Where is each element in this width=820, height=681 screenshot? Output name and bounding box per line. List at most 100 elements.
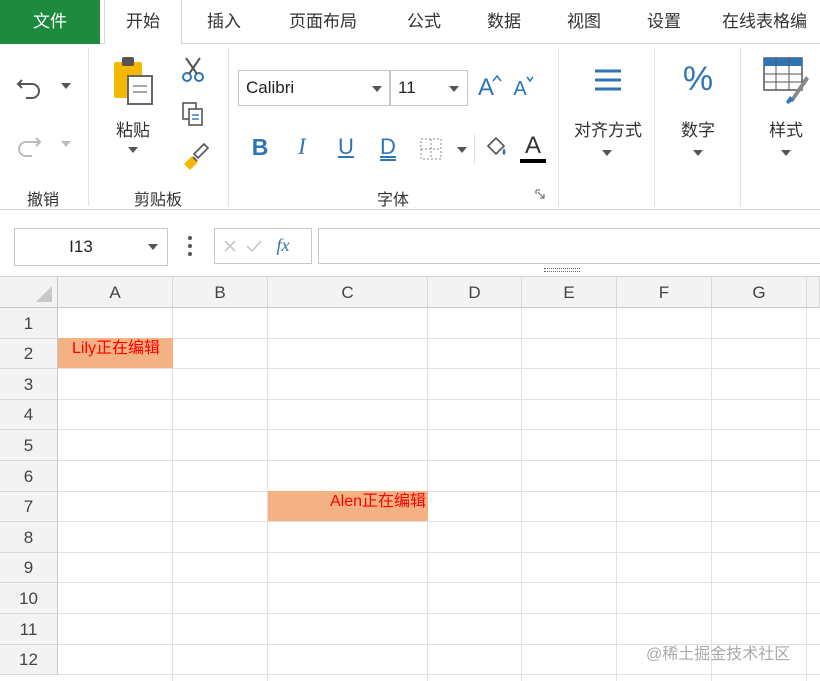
- dialog-launcher-icon[interactable]: [534, 188, 546, 200]
- border-icon[interactable]: [418, 136, 444, 162]
- column-header-e[interactable]: E: [522, 277, 617, 308]
- italic-button[interactable]: I: [290, 134, 314, 160]
- grow-caret-icon: [492, 74, 502, 82]
- column-header-b[interactable]: B: [173, 277, 268, 308]
- resize-handle[interactable]: [544, 268, 580, 272]
- column-gridline: [521, 308, 522, 681]
- tab-insert[interactable]: 插入: [196, 0, 252, 44]
- font-name-select[interactable]: Calibri: [238, 70, 390, 106]
- watermark: @稀土掘金技术社区: [646, 646, 791, 663]
- bold-button[interactable]: B: [248, 134, 272, 161]
- row-header-10[interactable]: 10: [0, 583, 58, 614]
- cut-icon[interactable]: [180, 56, 206, 84]
- cancel-icon[interactable]: [223, 239, 237, 253]
- group-divider: [740, 48, 741, 206]
- undo-group-label: 撤销: [26, 192, 59, 209]
- paste-icon[interactable]: [110, 54, 156, 106]
- column-gridline: [806, 308, 807, 681]
- format-painter-icon[interactable]: [180, 142, 210, 170]
- font-color-icon: A: [524, 132, 541, 159]
- cell-c7-text: Alen正在编辑: [329, 493, 426, 510]
- font-size-value: 11: [398, 78, 416, 97]
- tab-formulas[interactable]: 公式: [396, 0, 452, 44]
- chevron-down-icon: [372, 86, 382, 92]
- tab-home[interactable]: 开始: [104, 0, 182, 45]
- chevron-down-icon[interactable]: [148, 244, 158, 250]
- cell-style-icon[interactable]: [762, 56, 810, 104]
- font-group-label: 字体: [376, 192, 409, 209]
- row-header-9[interactable]: 9: [0, 553, 58, 583]
- tab-view[interactable]: 视图: [556, 0, 612, 44]
- row-header-7[interactable]: 7: [0, 492, 58, 522]
- row-header-5[interactable]: 5: [0, 430, 58, 461]
- group-divider: [88, 48, 89, 206]
- undo-icon[interactable]: [14, 70, 44, 100]
- fill-color-icon[interactable]: [482, 134, 510, 164]
- redo-dropdown-icon[interactable]: [61, 141, 71, 147]
- alignment-dropdown-icon[interactable]: [602, 150, 612, 156]
- formula-bar: I13 fx: [0, 211, 820, 277]
- redo-icon[interactable]: [14, 128, 44, 158]
- font-size-select[interactable]: 11: [390, 70, 468, 106]
- tab-file[interactable]: 文件: [0, 0, 100, 44]
- row-header-4[interactable]: 4: [0, 400, 58, 430]
- row-header-1[interactable]: 1: [0, 308, 58, 339]
- row-header-2[interactable]: 2: [0, 339, 58, 369]
- column-header-a[interactable]: A: [58, 277, 173, 308]
- underline-button[interactable]: U: [334, 134, 358, 160]
- row-header-12[interactable]: 12: [0, 645, 58, 675]
- row-header-3[interactable]: 3: [0, 369, 58, 400]
- group-divider: [558, 48, 559, 206]
- style-label[interactable]: 样式: [764, 116, 808, 141]
- paste-label[interactable]: 粘贴: [104, 116, 162, 141]
- column-gridline: [616, 308, 617, 681]
- shrink-caret-icon: [526, 76, 534, 83]
- column-header-d[interactable]: D: [428, 277, 522, 308]
- column-gridline: [711, 308, 712, 681]
- name-box[interactable]: I13: [14, 228, 168, 266]
- font-color-button[interactable]: A: [520, 132, 546, 160]
- border-dropdown-icon[interactable]: [457, 147, 467, 153]
- tab-settings[interactable]: 设置: [636, 0, 692, 44]
- fx-icon: fx: [276, 235, 290, 255]
- double-underline-button[interactable]: D: [376, 134, 400, 160]
- column-header-h[interactable]: [807, 277, 820, 308]
- copy-icon[interactable]: [180, 100, 206, 128]
- alignment-label[interactable]: 对齐方式: [566, 116, 650, 141]
- formula-input[interactable]: [318, 228, 820, 264]
- row-header-6[interactable]: 6: [0, 461, 58, 492]
- font-name-value: Calibri: [246, 78, 295, 97]
- cell-a2[interactable]: Lily正在编辑: [58, 338, 173, 368]
- ribbon-home: 撤销 粘贴 剪贴板 Calibri 11 A A B I U D A 字体 对齐…: [0, 44, 820, 210]
- more-options-icon[interactable]: [186, 235, 194, 257]
- column-header-c[interactable]: C: [268, 277, 428, 308]
- divider: [474, 134, 475, 164]
- cell-a2-text: Lily正在编辑: [72, 340, 161, 357]
- tab-data[interactable]: 数据: [476, 0, 532, 44]
- number-label[interactable]: 数字: [672, 116, 724, 141]
- column-header-g[interactable]: G: [712, 277, 807, 308]
- chevron-down-icon: [449, 86, 459, 92]
- insert-function-button[interactable]: fx: [271, 235, 295, 256]
- row-header-8[interactable]: 8: [0, 522, 58, 553]
- column-header-f[interactable]: F: [617, 277, 712, 308]
- number-dropdown-icon[interactable]: [693, 150, 703, 156]
- tab-online-table[interactable]: 在线表格编: [722, 0, 820, 44]
- group-divider: [654, 48, 655, 206]
- confirm-icon[interactable]: [245, 239, 263, 253]
- cell-c7[interactable]: Alen正在编辑: [268, 491, 428, 521]
- formula-buttons: fx: [214, 228, 312, 264]
- undo-dropdown-icon[interactable]: [61, 83, 71, 89]
- name-box-value: I13: [69, 237, 93, 256]
- style-dropdown-icon[interactable]: [781, 150, 791, 156]
- paste-dropdown-icon[interactable]: [128, 147, 138, 153]
- row-header-11[interactable]: 11: [0, 614, 58, 645]
- select-all-corner[interactable]: [0, 277, 58, 308]
- tab-page-layout[interactable]: 页面布局: [278, 0, 368, 44]
- percent-icon[interactable]: %: [678, 60, 718, 99]
- clipboard-group-label: 剪贴板: [133, 192, 182, 209]
- spreadsheet-grid[interactable]: ABCDEFG 1 2 3 4 5 6 7 8 9 10 11 12 Lily正在编辑 Alen正在编…: [0, 277, 820, 681]
- ribbon-tab-bar: 文件 开始 插入 页面布局 公式 数据 视图 设置 在线表格编: [0, 0, 820, 45]
- align-icon[interactable]: [592, 66, 624, 96]
- shrink-font-icon: A: [513, 78, 527, 100]
